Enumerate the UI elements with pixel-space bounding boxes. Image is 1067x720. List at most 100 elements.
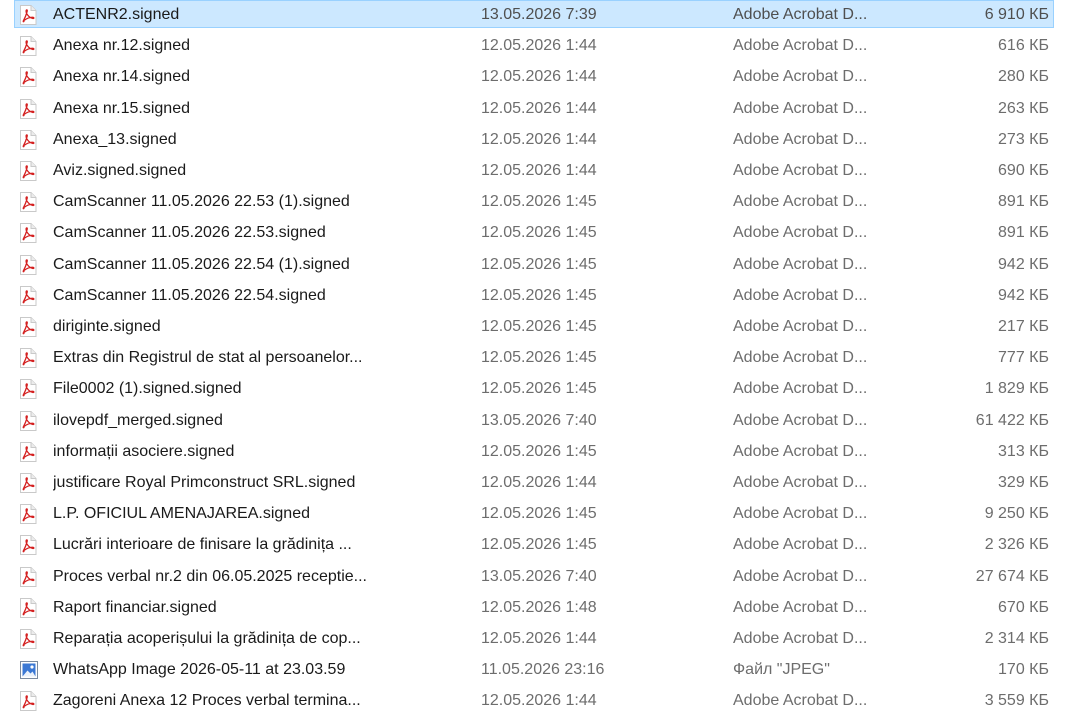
file-date-modified: 12.05.2026 1:45 [481, 286, 597, 304]
file-size: 313 КБ [998, 442, 1049, 460]
file-row[interactable]: diriginte.signed 12.05.2026 1:45 Adobe Acr… [14, 312, 1054, 340]
file-name: CamScanner 11.05.2026 22.53.signed [53, 224, 326, 242]
file-type: Adobe Acrobat D... [733, 318, 868, 335]
file-size: 280 КБ [998, 68, 1049, 86]
file-row[interactable]: ilovepdf_merged.signed 13.05.2026 7:40 Ado… [14, 406, 1054, 434]
pdf-icon [19, 691, 37, 712]
file-row[interactable]: justificare Royal Primconstruct SRL.sign… [14, 468, 1054, 496]
file-name: L.P. OFICIUL AMENAJAREA.signed [53, 505, 310, 523]
file-row[interactable]: Anexa_13.signed 12.05.2026 1:44 Adobe Acro… [14, 125, 1054, 153]
file-row[interactable]: informații asociere.signed 12.05.2026 1:4… [14, 437, 1054, 465]
file-date-modified: 12.05.2026 1:44 [481, 692, 597, 710]
pdf-icon [19, 67, 37, 88]
file-row[interactable]: Extras din Registrul de stat al persoane… [14, 343, 1054, 371]
file-date-modified: 12.05.2026 1:45 [481, 193, 597, 211]
file-name: Reparația acoperișului la grădinița de c… [53, 630, 361, 647]
pdf-file-icon [17, 63, 41, 91]
file-date-modified: 12.05.2026 1:44 [481, 99, 597, 117]
file-row[interactable]: Anexa nr.15.signed 12.05.2026 1:44 Adobe A… [14, 94, 1054, 122]
file-row[interactable]: ACTENR2.signed 13.05.2026 7:39 Adobe Acrob… [14, 0, 1054, 28]
file-row[interactable]: Aviz.signed.signed 12.05.2026 1:44 Adobe A… [14, 156, 1054, 184]
file-size: 891 КБ [998, 193, 1049, 211]
file-name: Anexa_13.signed [53, 130, 177, 148]
file-type: Adobe Acrobat D... [733, 411, 868, 429]
pdf-file-icon [17, 594, 41, 622]
pdf-icon [19, 379, 37, 400]
file-date-modified: 13.05.2026 7:39 [481, 6, 597, 23]
file-row[interactable]: CamScanner 11.05.2026 22.54 (1).signed 12… [14, 250, 1054, 278]
pdf-icon [19, 535, 37, 556]
pdf-file-icon [17, 251, 41, 279]
file-name: Anexa nr.12.signed [53, 37, 190, 55]
pdf-icon [19, 254, 37, 275]
file-row[interactable]: Reparația acoperișului la grădinița de c… [14, 624, 1054, 652]
file-size: 616 КБ [998, 37, 1049, 55]
file-type: Adobe Acrobat D... [733, 598, 868, 616]
file-date-modified: 12.05.2026 1:45 [481, 536, 597, 554]
pdf-file-icon [17, 438, 41, 466]
pdf-file-icon [17, 157, 41, 185]
file-date-modified: 13.05.2026 7:40 [481, 567, 597, 585]
pdf-icon [19, 504, 37, 525]
file-name: ACTENR2.signed [53, 6, 180, 23]
file-row[interactable]: CamScanner 11.05.2026 22.53.signed 12.05.… [14, 218, 1054, 246]
file-row[interactable]: CamScanner 11.05.2026 22.53 (1).signed 12… [14, 187, 1054, 215]
file-type: Adobe Acrobat D... [733, 99, 868, 117]
pdf-icon [19, 98, 37, 119]
file-name: Anexa nr.15.signed [53, 99, 190, 117]
file-size: 263 КБ [998, 99, 1049, 117]
image-icon [20, 661, 38, 680]
pdf-file-icon [17, 375, 41, 403]
file-name: Zagoreni Anexa 12 Proces verbal termina.… [53, 692, 361, 710]
file-date-modified: 12.05.2026 1:44 [481, 630, 597, 647]
pdf-icon [19, 36, 37, 57]
file-size: 942 КБ [998, 286, 1049, 304]
pdf-icon [19, 410, 37, 431]
file-list: ACTENR2.signed 13.05.2026 7:39 Adobe Acrob… [0, 0, 1067, 720]
file-name: Aviz.signed.signed [53, 162, 187, 179]
file-size: 273 КБ [998, 130, 1049, 148]
file-name: CamScanner 11.05.2026 22.53 (1).signed [53, 193, 350, 211]
file-date-modified: 12.05.2026 1:48 [481, 598, 597, 616]
pdf-file-icon [17, 500, 41, 528]
pdf-file-icon [17, 32, 41, 60]
pdf-file-icon [17, 313, 41, 341]
pdf-file-icon [17, 126, 41, 154]
file-size: 670 КБ [998, 598, 1049, 616]
file-name: CamScanner 11.05.2026 22.54.signed [53, 286, 326, 304]
file-type: Adobe Acrobat D... [733, 130, 868, 148]
pdf-icon [19, 317, 37, 337]
pdf-file-icon [17, 219, 41, 247]
file-size: 217 КБ [998, 318, 1049, 335]
file-row[interactable]: CamScanner 11.05.2026 22.54.signed 12.05.… [14, 281, 1054, 309]
pdf-icon [19, 5, 37, 25]
pdf-file-icon [17, 1, 41, 29]
file-date-modified: 12.05.2026 1:45 [481, 255, 597, 273]
pdf-icon [19, 566, 37, 587]
file-date-modified: 12.05.2026 1:44 [481, 37, 597, 55]
file-date-modified: 12.05.2026 1:44 [481, 162, 597, 179]
file-row[interactable]: WhatsApp Image 2026-05-11 at 23.03.59 11.… [14, 655, 1054, 683]
file-name: diriginte.signed [53, 318, 161, 335]
file-row[interactable]: Lucrări interioare de finisare la grădin… [14, 530, 1054, 558]
file-row[interactable]: Anexa nr.14.signed 12.05.2026 1:44 Adobe A… [14, 62, 1054, 90]
file-row[interactable]: Anexa nr.12.signed 12.05.2026 1:44 Adobe A… [14, 31, 1054, 59]
file-row[interactable]: Proces verbal nr.2 din 06.05.2025 recept… [14, 562, 1054, 590]
pdf-file-icon [17, 344, 41, 372]
pdf-icon [19, 223, 37, 244]
file-row[interactable]: Zagoreni Anexa 12 Proces verbal termina.… [14, 686, 1054, 714]
pdf-file-icon [17, 625, 41, 653]
file-size: 61 422 КБ [975, 411, 1049, 429]
file-date-modified: 11.05.2026 23:16 [481, 661, 605, 679]
file-date-modified: 12.05.2026 1:45 [481, 318, 597, 335]
file-size: 9 250 КБ [984, 505, 1049, 523]
jpeg-file-icon [17, 656, 41, 684]
file-type: Adobe Acrobat D... [733, 162, 868, 179]
pdf-icon [19, 629, 37, 649]
file-type: Adobe Acrobat D... [733, 442, 868, 460]
file-row[interactable]: File0002 (1).signed.signed 12.05.2026 1:4… [14, 374, 1054, 402]
file-date-modified: 12.05.2026 1:45 [481, 349, 597, 367]
file-size: 6 910 КБ [984, 6, 1049, 23]
file-row[interactable]: Raport financiar.signed 12.05.2026 1:48 Ad… [14, 593, 1054, 621]
file-row[interactable]: L.P. OFICIUL AMENAJAREA.signed 12.05.2026… [14, 499, 1054, 527]
